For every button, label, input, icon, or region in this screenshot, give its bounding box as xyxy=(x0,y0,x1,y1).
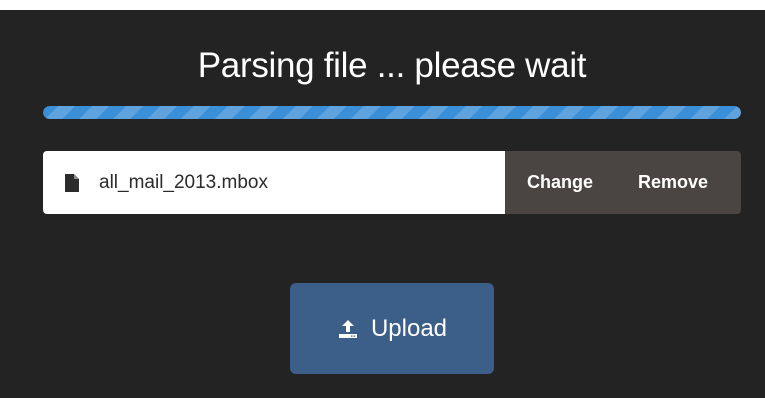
progress-bar xyxy=(43,106,741,119)
upload-button[interactable]: Upload xyxy=(290,283,494,374)
file-selector: all_mail_2013.mbox Change Remove xyxy=(43,151,741,214)
upload-panel: Parsing file ... please wait all_mail_20… xyxy=(0,10,765,398)
file-name-field: all_mail_2013.mbox xyxy=(43,151,505,214)
upload-label: Upload xyxy=(370,314,448,342)
file-name: all_mail_2013.mbox xyxy=(99,171,268,193)
file-actions: Change Remove xyxy=(505,151,741,214)
remove-button[interactable]: Remove xyxy=(638,172,708,193)
file-icon xyxy=(65,173,79,192)
progress-bar-fill xyxy=(43,106,741,119)
upload-icon xyxy=(337,318,359,340)
status-title: Parsing file ... please wait xyxy=(197,46,587,85)
change-button[interactable]: Change xyxy=(527,172,593,193)
